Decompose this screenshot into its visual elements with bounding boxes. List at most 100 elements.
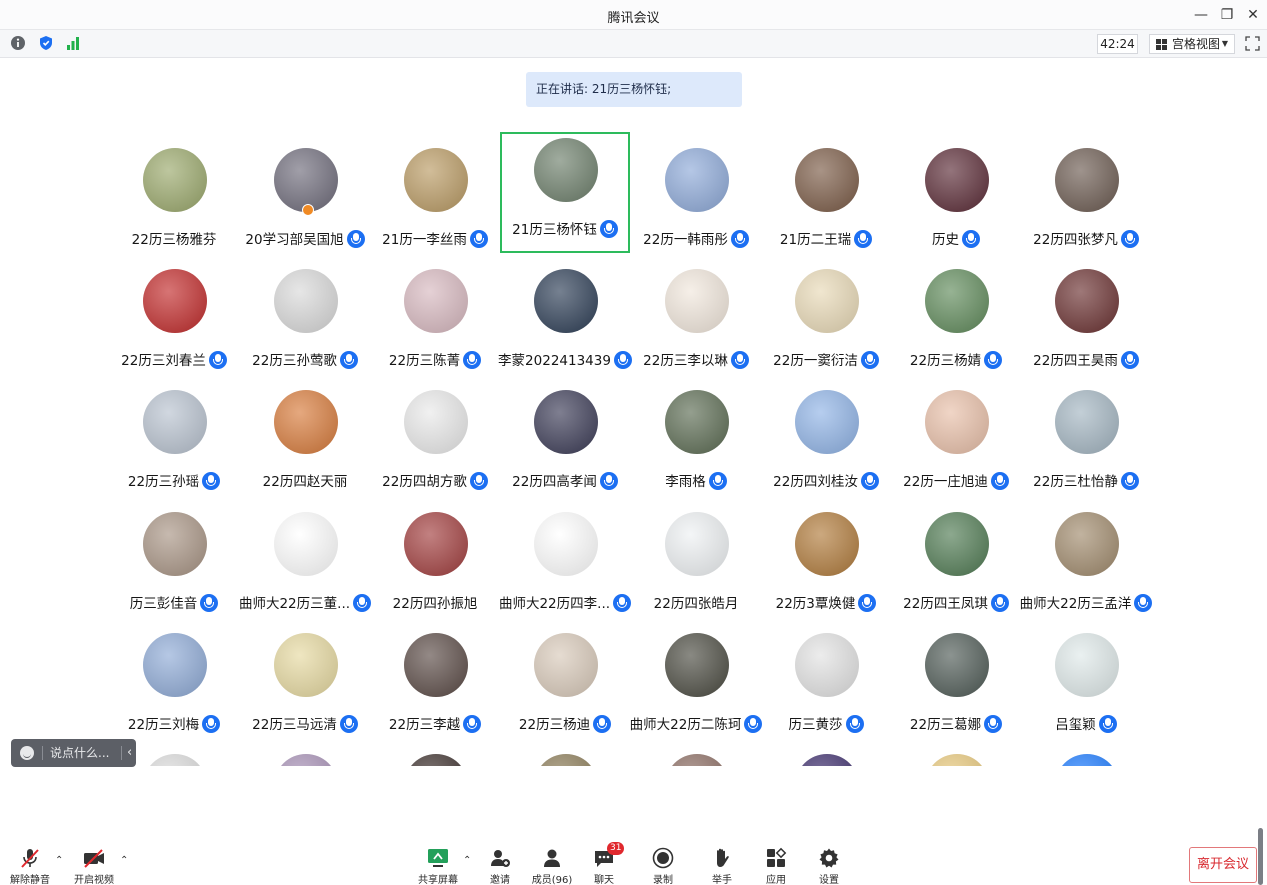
avatar	[1055, 148, 1119, 212]
participant-name: 22历四刘桂汝	[773, 474, 858, 490]
avatar	[143, 633, 207, 697]
signal-icon[interactable]	[65, 35, 81, 51]
participant-tile[interactable]	[240, 738, 370, 766]
share-options-chevron-icon[interactable]: ⌃	[463, 855, 471, 866]
participant-name: 曲师大22历三董...	[238, 596, 351, 612]
shield-icon[interactable]	[38, 35, 54, 51]
mic-active-icon	[202, 715, 221, 733]
record-label: 录制	[653, 875, 673, 885]
divider	[42, 746, 43, 760]
avatar	[143, 148, 207, 212]
leave-meeting-button[interactable]: 离开会议	[1189, 847, 1257, 883]
mic-active-icon	[200, 594, 219, 612]
audio-options-chevron-icon[interactable]: ⌃	[55, 855, 63, 866]
participant-tile[interactable]	[500, 738, 630, 766]
avatar	[534, 138, 598, 202]
participant-name: 22历三陈菁	[388, 353, 461, 369]
participant-name: 21历一李丝雨	[382, 232, 467, 248]
participant-name-row: 22历四王昊雨	[1001, 349, 1171, 369]
mic-active-icon	[708, 472, 727, 490]
muted-mic-icon	[21, 849, 39, 868]
view-mode-label: 宫格视图	[1172, 37, 1221, 51]
raise-hand-button[interactable]: 举手	[699, 847, 745, 885]
participant-tile[interactable]: 吕玺颖	[1021, 617, 1151, 738]
video-options-chevron-icon[interactable]: ⌃	[120, 855, 128, 866]
minimize-icon[interactable]: —	[1190, 4, 1212, 26]
invite-button[interactable]: 邀请	[477, 847, 523, 885]
unmute-button[interactable]: 解除静音	[7, 847, 53, 885]
record-button[interactable]: 录制	[640, 847, 686, 885]
participant-name: 22历四胡方歌	[382, 474, 467, 490]
participant-name: 22历四孙振旭	[392, 596, 478, 612]
avatar	[925, 148, 989, 212]
start-video-button[interactable]: 开启视频	[71, 847, 117, 885]
mic-active-icon	[1134, 594, 1153, 612]
participant-tile[interactable]	[631, 738, 761, 766]
avatar	[795, 390, 859, 454]
participant-tile[interactable]: 22历四张梦凡	[1021, 132, 1151, 253]
members-button[interactable]: 成员(96)	[529, 847, 575, 885]
settings-button[interactable]: 设置	[806, 847, 852, 885]
participant-tile[interactable]	[891, 738, 1021, 766]
share-screen-label: 共享屏幕	[418, 875, 458, 885]
divider	[121, 746, 122, 760]
avatar	[534, 269, 598, 333]
avatar	[534, 754, 598, 766]
restore-icon[interactable]: ❐	[1216, 4, 1238, 26]
participant-name: 曲师大22历三孟洋	[1019, 596, 1132, 612]
avatar	[404, 754, 468, 766]
participant-name: 22历三杨迪	[518, 717, 591, 733]
participant-name: 22历四高孝闻	[512, 474, 597, 490]
participant-name: 22历3覃焕健	[775, 596, 856, 612]
participant-tile[interactable]: 22历三杜怡静	[1021, 374, 1151, 495]
mic-active-icon	[1120, 351, 1139, 369]
participant-name: 22历三刘春兰	[121, 353, 206, 369]
mic-active-icon	[202, 472, 221, 490]
collapse-chevron-icon[interactable]: ‹	[127, 739, 132, 767]
share-screen-button[interactable]: 共享屏幕	[415, 847, 461, 885]
participant-name: 22历三李越	[388, 717, 461, 733]
chat-button[interactable]: 31 聊天	[581, 842, 627, 885]
participant-name: 22历三孙莺歌	[252, 353, 337, 369]
participant-name: 22历四赵天丽	[262, 474, 348, 490]
mic-active-icon	[1120, 472, 1139, 490]
mic-active-icon	[845, 715, 864, 733]
close-icon[interactable]: ✕	[1242, 4, 1264, 26]
avatar	[274, 512, 338, 576]
avatar	[795, 269, 859, 333]
participant-tile[interactable]: 21历一李丝雨	[370, 132, 500, 253]
view-mode-dropdown[interactable]: 宫格视图 ▼	[1149, 34, 1235, 54]
participant-name: 20学习部吴国旭	[245, 232, 344, 248]
participant-tile[interactable]: 22历四王昊雨	[1021, 253, 1151, 374]
scrollbar-thumb[interactable]	[1258, 828, 1263, 885]
avatar	[665, 390, 729, 454]
fullscreen-icon[interactable]	[1245, 36, 1260, 51]
chevron-down-icon: ▼	[1221, 39, 1228, 48]
emoji-icon[interactable]	[20, 746, 34, 760]
participant-name: 22历四王昊雨	[1033, 353, 1118, 369]
avatar	[534, 512, 598, 576]
participant-name: 22历三杨婧	[909, 353, 982, 369]
participant-tile[interactable]: 曲师大22历三孟洋	[1019, 496, 1153, 617]
avatar	[1055, 390, 1119, 454]
info-icon[interactable]	[10, 35, 26, 51]
avatar	[143, 754, 207, 766]
raise-hand-label: 举手	[712, 875, 732, 885]
apps-button[interactable]: 应用	[753, 847, 799, 885]
participant-tile[interactable]	[1021, 738, 1151, 766]
add-person-icon	[491, 850, 510, 867]
mic-active-icon	[593, 715, 612, 733]
avatar	[795, 512, 859, 576]
participant-tile[interactable]	[370, 738, 500, 766]
bottom-control-bar: 解除静音 ⌃ 开启视频 ⌃ 共享屏幕 ⌃ 邀请 成员(96) 31 聊天 录制 …	[0, 835, 1267, 885]
avatar	[665, 633, 729, 697]
mic-active-icon	[463, 715, 482, 733]
participant-name: 22历三孙瑶	[127, 474, 200, 490]
avatar	[404, 512, 468, 576]
avatar	[404, 633, 468, 697]
avatar	[274, 390, 338, 454]
chat-quick-input[interactable]: 说点什么... ‹	[11, 739, 136, 767]
participant-name: 历三黄莎	[788, 717, 843, 733]
participant-tile[interactable]	[761, 738, 891, 766]
avatar	[925, 269, 989, 333]
